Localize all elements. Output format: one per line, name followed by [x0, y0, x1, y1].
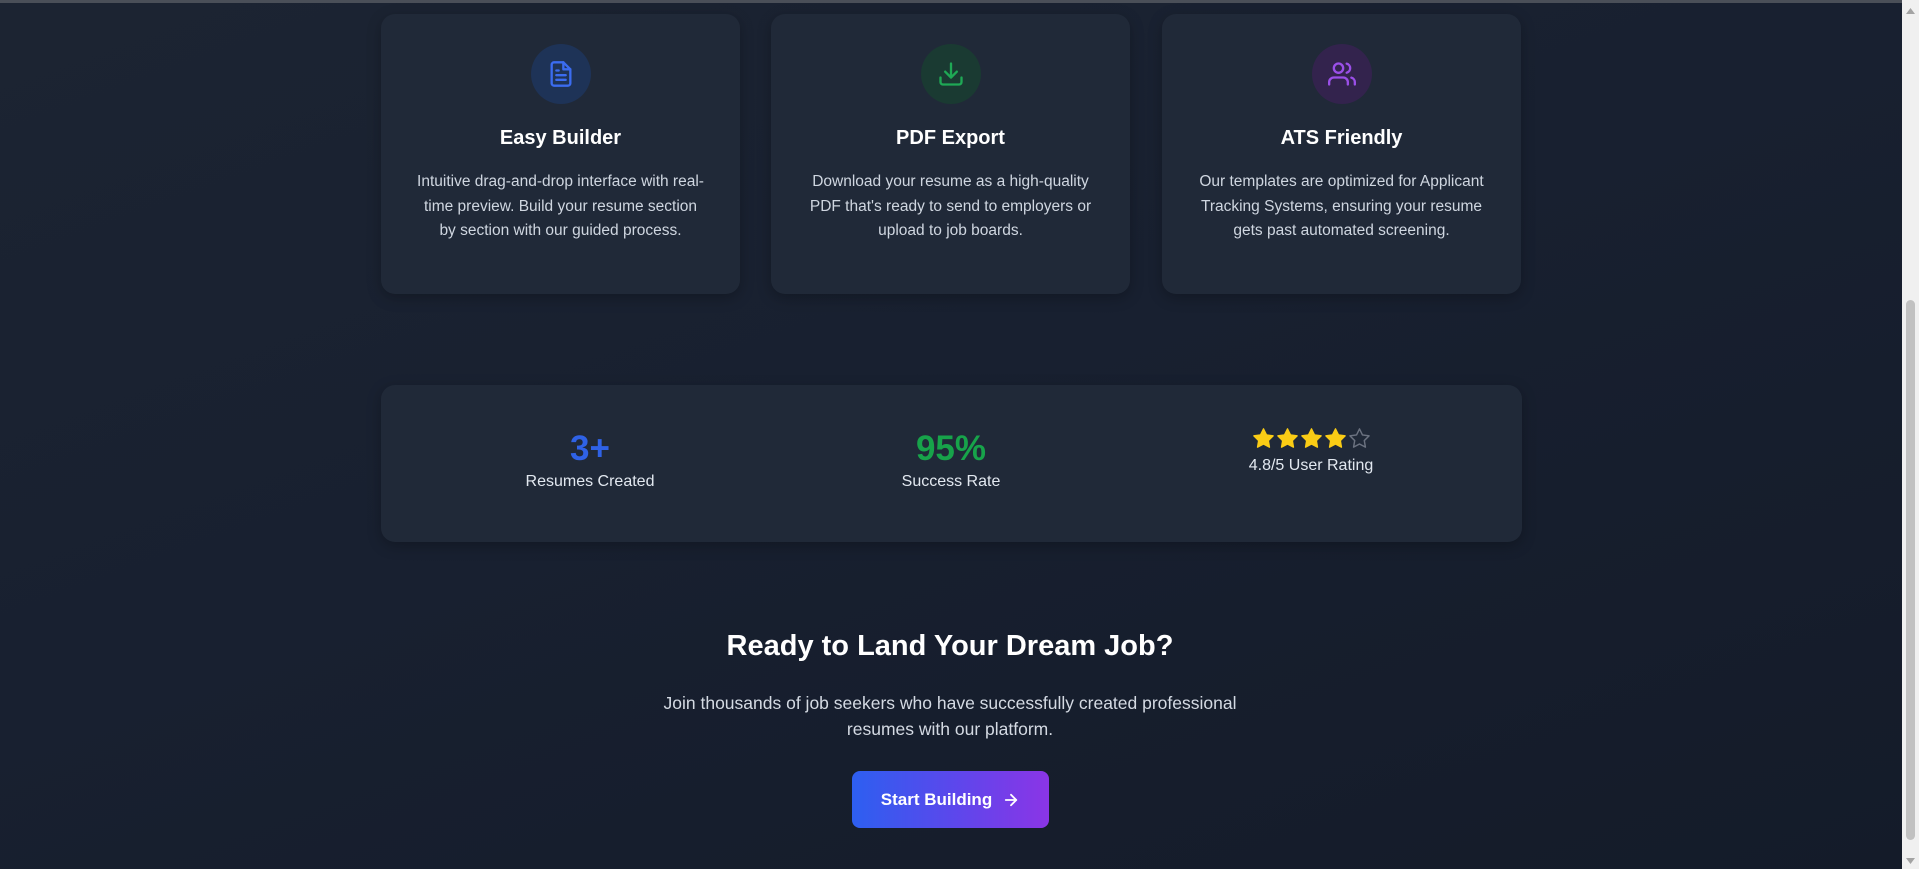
stat-value: 3+: [570, 429, 610, 468]
stat-label: Success Rate: [901, 473, 1001, 490]
feature-description: Download your resume as a high-quality P…: [809, 173, 1092, 239]
stats-panel: 3+ Resumes Created 95% Success Rate 4.8/…: [381, 385, 1522, 542]
stat-user-rating: 4.8/5 User Rating: [1161, 427, 1461, 475]
stat-label: Resumes Created: [525, 473, 655, 490]
star-filled-icon: [1300, 428, 1322, 448]
stat-success-rate: 95% Success Rate: [801, 429, 1101, 491]
stat-label: 4.8/5 User Rating: [1248, 457, 1374, 474]
feature-card-easy-builder: Easy Builder Intuitive drag-and-drop int…: [381, 14, 740, 294]
star-filled-icon: [1324, 428, 1346, 448]
stat-resumes-created: 3+ Resumes Created: [440, 429, 740, 491]
document-icon: [530, 44, 591, 104]
scrollbar[interactable]: [1902, 0, 1919, 869]
scrollbar-thumb[interactable]: [1906, 300, 1915, 840]
feature-title: Easy Builder: [499, 127, 622, 149]
feature-description: Our templates are optimized for Applican…: [1199, 173, 1484, 239]
cta-subtitle: Join thousands of job seekers who have s…: [663, 693, 1237, 739]
stat-value: 95%: [915, 429, 987, 468]
star-filled-icon: [1252, 428, 1274, 448]
feature-card-ats-friendly: ATS Friendly Our templates are optimized…: [1162, 14, 1521, 294]
feature-description: Intuitive drag-and-drop interface with r…: [417, 173, 704, 239]
download-icon: [920, 44, 981, 104]
start-building-label: Start Building: [880, 789, 993, 809]
cta-title: Ready to Land Your Dream Job?: [726, 630, 1174, 662]
window-top-border: [0, 0, 1919, 3]
arrow-right-icon: [1005, 793, 1018, 806]
feature-card-pdf-export: PDF Export Download your resume as a hig…: [771, 14, 1130, 294]
star-empty-icon: [1348, 428, 1370, 448]
users-icon: [1311, 44, 1372, 104]
star-filled-icon: [1276, 428, 1298, 448]
feature-title: PDF Export: [896, 127, 1005, 149]
scroll-down-arrow-icon[interactable]: [1902, 852, 1919, 869]
start-building-button[interactable]: Start Building: [852, 771, 1049, 828]
scroll-up-arrow-icon[interactable]: [1902, 2, 1919, 19]
rating-stars: [1161, 427, 1461, 453]
feature-title: ATS Friendly: [1280, 127, 1403, 149]
